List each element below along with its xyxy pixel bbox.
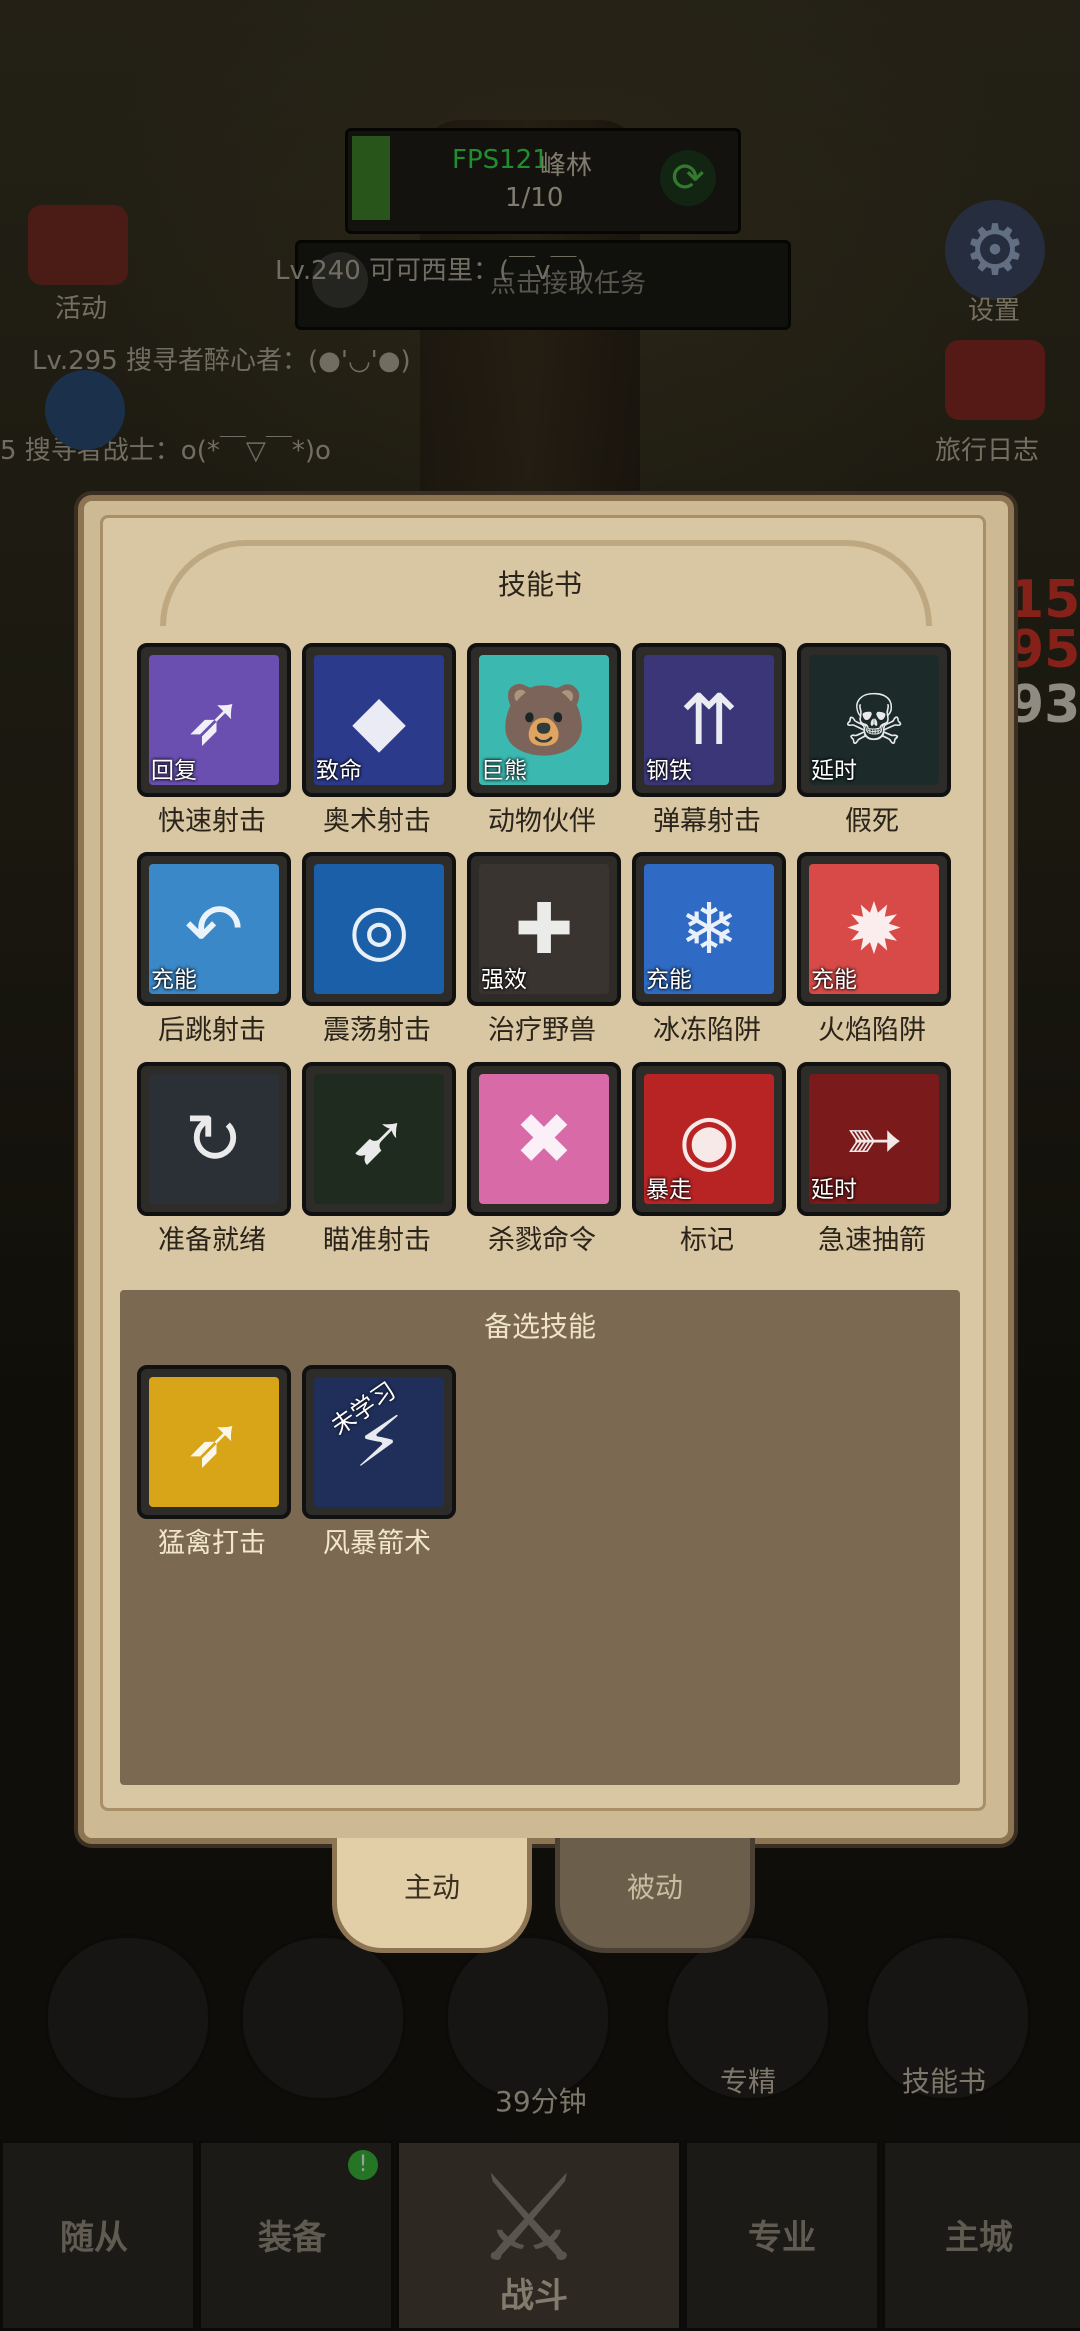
skill-name: 快速射击 [158, 806, 266, 837]
alternate-skills-title: 备选技能 [483, 1310, 596, 1343]
skill-name: 治疗野兽 [488, 1015, 596, 1046]
skill-frame[interactable]: ◆ 致命 [302, 643, 456, 797]
skill-name: 风暴箭术 [323, 1528, 431, 1559]
skill-slot[interactable]: ❄ 充能冰冻陷阱 [632, 852, 786, 1046]
skill-slot[interactable]: ✚ 强效治疗野兽 [467, 852, 621, 1046]
skill-slot[interactable]: ✹ 充能火焰陷阱 [797, 852, 951, 1046]
skill-name: 弹幕射击 [653, 806, 761, 837]
skill-name: 动物伙伴 [488, 806, 596, 837]
skill-name: 标记 [680, 1225, 734, 1256]
skill-frame[interactable]: ⚡ 未学习 [302, 1365, 456, 1519]
skill-tag: 暴走 [646, 1177, 692, 1203]
skill-frame[interactable]: ➳ 延时 [797, 1062, 951, 1216]
ready-icon: ↻ [149, 1074, 279, 1204]
skill-tag: 钢铁 [646, 758, 692, 784]
aim-icon: ➹ [314, 1074, 444, 1204]
raptor-strike-icon: ➶ [149, 1377, 279, 1507]
swirl-icon: ◎ [314, 864, 444, 994]
skill-name: 瞄准射击 [323, 1225, 431, 1256]
skill-frame[interactable]: ↶ 充能 [137, 852, 291, 1006]
skill-slot[interactable]: ↶ 充能后跳射击 [137, 852, 291, 1046]
skill-name: 震荡射击 [323, 1015, 431, 1046]
skill-frame[interactable]: ✹ 充能 [797, 852, 951, 1006]
skill-frame[interactable]: ❄ 充能 [632, 852, 786, 1006]
skill-tag: 延时 [811, 758, 857, 784]
skill-name: 冰冻陷阱 [653, 1015, 761, 1046]
skill-slot[interactable]: ◎ 震荡射击 [302, 852, 456, 1046]
skill-tag: 回复 [151, 758, 197, 784]
skill-frame[interactable]: ✚ 强效 [467, 852, 621, 1006]
skill-tag: 巨熊 [481, 758, 527, 784]
skill-slot[interactable]: ➹ 瞄准射击 [302, 1062, 456, 1256]
skill-frame[interactable]: ➶ 回复 [137, 643, 291, 797]
dialog-title: 技能书 [497, 568, 582, 601]
skill-slot[interactable]: 🐻 巨熊动物伙伴 [467, 643, 621, 837]
skill-frame[interactable]: ➹ [302, 1062, 456, 1216]
skill-slot[interactable]: ✖ 杀戮命令 [467, 1062, 621, 1256]
skill-name: 假死 [845, 806, 899, 837]
skill-frame[interactable]: ↻ [137, 1062, 291, 1216]
skill-name: 火焰陷阱 [818, 1015, 926, 1046]
skill-frame[interactable]: 🐻 巨熊 [467, 643, 621, 797]
skill-slot[interactable]: ☠ 延时假死 [797, 643, 951, 837]
skill-tag: 致命 [316, 758, 362, 784]
skill-slot[interactable]: ◉ 暴走标记 [632, 1062, 786, 1256]
skill-slot[interactable]: ➳ 延时急速抽箭 [797, 1062, 951, 1256]
skill-tag: 延时 [811, 1177, 857, 1203]
skill-name: 杀戮命令 [488, 1225, 596, 1256]
skill-name: 急速抽箭 [818, 1225, 926, 1256]
skill-frame[interactable]: ◉ 暴走 [632, 1062, 786, 1216]
skill-slot[interactable]: ⚡ 未学习风暴箭术 [302, 1365, 456, 1559]
skill-tag: 充能 [811, 967, 857, 993]
skill-frame[interactable]: ➶ [137, 1365, 291, 1519]
kill-command-icon: ✖ [479, 1074, 609, 1204]
skill-slot[interactable]: ⇈ 钢铁弹幕射击 [632, 643, 786, 837]
skill-tag: 充能 [151, 967, 197, 993]
skill-slot[interactable]: ➶ 猛禽打击 [137, 1365, 291, 1559]
skill-tag: 充能 [646, 967, 692, 993]
tab-active-skills[interactable]: 主动 [332, 1838, 532, 1953]
skill-frame[interactable]: ◎ [302, 852, 456, 1006]
skill-slot[interactable]: ◆ 致命奥术射击 [302, 643, 456, 837]
skill-slot[interactable]: ↻ 准备就绪 [137, 1062, 291, 1256]
tab-passive-skills[interactable]: 被动 [555, 1838, 755, 1953]
skill-tag: 强效 [481, 967, 527, 993]
skill-name: 奥术射击 [323, 806, 431, 837]
skill-frame[interactable]: ✖ [467, 1062, 621, 1216]
skill-frame[interactable]: ☠ 延时 [797, 643, 951, 797]
skill-frame[interactable]: ⇈ 钢铁 [632, 643, 786, 797]
skill-name: 后跳射击 [158, 1015, 266, 1046]
skill-name: 猛禽打击 [158, 1528, 266, 1559]
skill-slot[interactable]: ➶ 回复快速射击 [137, 643, 291, 837]
skill-name: 准备就绪 [158, 1225, 266, 1256]
